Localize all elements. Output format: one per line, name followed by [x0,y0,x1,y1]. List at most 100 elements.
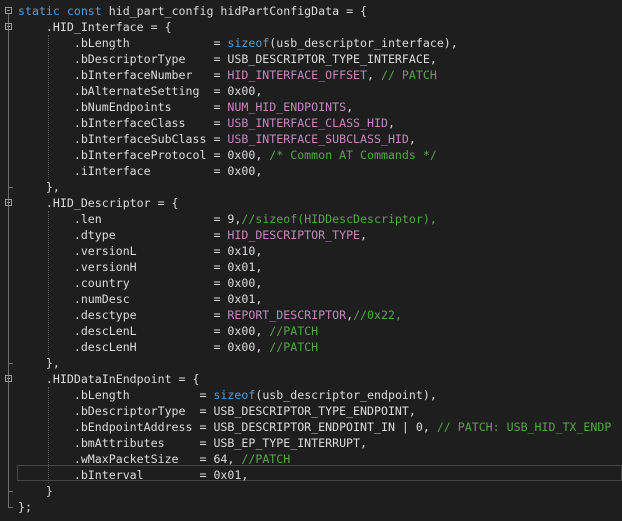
code-token: HID_INTERFACE_OFFSET [227,68,368,82]
code-token: .bmAttributes = USB_EP_TYPE_INTERRUPT, [18,436,368,450]
code-line[interactable]: .bDescriptorType = USB_DESCRIPTOR_TYPE_E… [0,403,622,419]
fold-range-line [8,382,9,491]
indent-guide [48,35,49,179]
code-text: .HIDDataInEndpoint = { [18,371,200,387]
code-line[interactable]: .bmAttributes = USB_EP_TYPE_INTERRUPT, [0,435,622,451]
code-token: }, [18,356,60,370]
code-token: } [18,484,53,498]
code-text: }, [18,355,60,371]
code-line[interactable]: .dtype = HID_DESCRIPTOR_TYPE, [0,227,622,243]
code-line[interactable]: .bInterfaceNumber = HID_INTERFACE_OFFSET… [0,67,622,83]
code-token: .HIDDataInEndpoint = { [18,372,200,386]
code-text: .bLength = sizeof(usb_descriptor_interfa… [18,35,458,51]
code-text: .descLenL = 0x00, //PATCH [18,323,318,339]
code-token: , [360,228,368,242]
code-line[interactable]: .HIDDataInEndpoint = { [0,371,622,387]
code-line[interactable]: .wMaxPacketSize = 64, //PATCH [0,451,622,467]
code-text: .country = 0x00, [18,275,262,291]
code-text: .numDesc = 0x01, [18,291,262,307]
code-token: .versionH = 0x01, [18,260,263,274]
code-text: .bInterfaceProtocol = 0x00, /* Common AT… [18,147,437,163]
code-text: static const hid_part_config hidPartConf… [18,3,367,19]
code-line[interactable]: .bInterfaceProtocol = 0x00, /* Common AT… [0,147,622,163]
code-token: // PATCH [380,68,437,82]
code-token: }, [18,180,60,194]
code-line[interactable]: .country = 0x00, [0,275,622,291]
code-line[interactable]: .versionH = 0x01, [0,259,622,275]
code-line[interactable]: .bInterval = 0x01, [0,467,622,483]
fold-range-end [8,491,13,492]
code-text: .desctype = REPORT_DESCRIPTOR,//0x22, [18,307,402,323]
code-text: .bEndpointAddress = USB_DESCRIPTOR_ENDPO… [18,419,612,435]
code-line[interactable]: .bNumEndpoints = NUM_HID_ENDPOINTS, [0,99,622,115]
code-token: //sizeof(HIDDescDescriptor), [241,212,437,226]
code-token: .descLenL = 0x00, [18,324,270,338]
code-text: .bDescriptorType = USB_DESCRIPTOR_TYPE_E… [18,403,416,419]
fold-range-line [8,30,9,187]
fold-range-line [8,206,9,363]
fold-collapse-icon[interactable] [5,23,12,30]
code-line[interactable]: .len = 9,//sizeof(HIDDescDescriptor), [0,211,622,227]
code-token: .bDescriptorType = USB_DESCRIPTOR_TYPE_E… [18,404,416,418]
code-token: .desctype = [18,308,228,322]
code-line[interactable]: .HID_Descriptor = { [0,195,622,211]
fold-collapse-icon[interactable] [5,199,12,206]
code-line[interactable]: .bAlternateSetting = 0x00, [0,83,622,99]
code-line[interactable]: }; [0,499,622,515]
code-text: .bLength = sizeof(usb_descriptor_endpoin… [18,387,437,403]
code-token: .bInterval = 0x01, [18,468,249,482]
code-text: .bInterfaceNumber = HID_INTERFACE_OFFSET… [18,67,437,83]
code-line[interactable]: .bInterfaceSubClass = USB_INTERFACE_SUBC… [0,131,622,147]
code-token: .numDesc = 0x01, [18,292,263,306]
code-token: USB_INTERFACE_CLASS_HID [227,116,388,130]
code-line[interactable]: .bDescriptorType = USB_DESCRIPTOR_TYPE_I… [0,51,622,67]
code-line[interactable]: .bEndpointAddress = USB_DESCRIPTOR_ENDPO… [0,419,622,435]
code-text: .bNumEndpoints = NUM_HID_ENDPOINTS, [18,99,353,115]
code-line[interactable]: .numDesc = 0x01, [0,291,622,307]
code-line[interactable]: .HID_Interface = { [0,19,622,35]
code-token: .bNumEndpoints = [18,100,228,114]
fold-range-end [8,507,13,508]
code-line[interactable]: .bInterfaceClass = USB_INTERFACE_CLASS_H… [0,115,622,131]
code-token: .descLenH = 0x00, [18,340,270,354]
code-line[interactable]: }, [0,179,622,195]
code-text: .bmAttributes = USB_EP_TYPE_INTERRUPT, [18,435,367,451]
code-line[interactable]: .desctype = REPORT_DESCRIPTOR,//0x22, [0,307,622,323]
code-token: (usb_descriptor_interface), [269,36,458,50]
code-token: sizeof [227,36,270,50]
code-token: .bInterfaceSubClass = [18,132,228,146]
code-text: }, [18,179,60,195]
code-line[interactable]: .versionL = 0x10, [0,243,622,259]
code-line[interactable]: }, [0,355,622,371]
code-token: .country = 0x00, [18,276,263,290]
code-text: .HID_Descriptor = { [18,195,179,211]
code-token: NUM_HID_ENDPOINTS [227,100,347,114]
code-token: , [367,68,381,82]
code-text: .descLenH = 0x00, //PATCH [18,339,318,355]
code-token: .bInterfaceNumber = [18,68,228,82]
fold-collapse-icon[interactable] [5,375,12,382]
code-token: .bInterfaceClass = [18,116,228,130]
code-text: .iInterface = 0x00, [18,163,262,179]
code-token: .iInterface = 0x00, [18,164,263,178]
code-token: .dtype = [18,228,228,242]
code-line[interactable]: .bLength = sizeof(usb_descriptor_interfa… [0,35,622,51]
code-token: HID_DESCRIPTOR_TYPE [227,228,361,242]
code-line[interactable]: .iInterface = 0x00, [0,163,622,179]
code-line[interactable]: } [0,483,622,499]
code-token: /* Common AT Commands */ [269,148,437,162]
code-text: .bInterval = 0x01, [18,467,249,483]
code-editor[interactable]: static const hid_part_config hidPartConf… [0,0,622,521]
indent-guide [48,387,49,483]
code-token: }; [18,500,32,514]
code-token: (usb_descriptor_endpoint), [255,388,437,402]
code-line[interactable]: .descLenH = 0x00, //PATCH [0,339,622,355]
code-token: static const [18,4,102,18]
code-line[interactable]: static const hid_part_config hidPartConf… [0,3,622,19]
code-line[interactable]: .bLength = sizeof(usb_descriptor_endpoin… [0,387,622,403]
code-line[interactable]: .descLenL = 0x00, //PATCH [0,323,622,339]
code-token: .bLength = [18,36,228,50]
code-text: .dtype = HID_DESCRIPTOR_TYPE, [18,227,367,243]
fold-collapse-icon[interactable] [5,7,12,14]
code-token: //0x22, [353,308,402,322]
